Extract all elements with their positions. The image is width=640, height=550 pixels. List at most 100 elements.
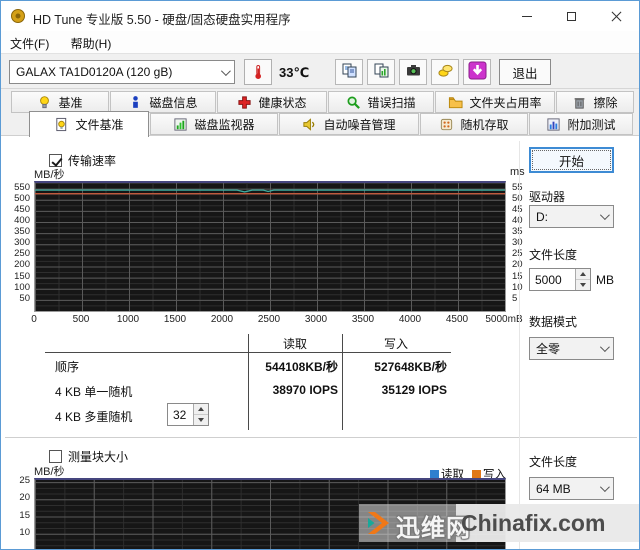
tab-benchmark[interactable]: 基准 — [11, 91, 109, 113]
tab-file-benchmark[interactable]: 文件基准 — [29, 111, 149, 137]
main-chart-y-axis-label: MB/秒 — [34, 169, 65, 181]
copy-text-button[interactable] — [335, 59, 363, 85]
tick-label: 300 — [14, 237, 30, 249]
watermark-en-text: Chinafix.com — [461, 510, 606, 536]
tab-erase-label: 擦除 — [593, 95, 618, 110]
tick-label: 5 — [512, 292, 518, 304]
tick-label: 15 — [19, 509, 30, 521]
chevron-down-icon — [599, 482, 610, 493]
screenshot-icon — [405, 62, 422, 82]
copy-image-button[interactable] — [367, 59, 395, 85]
queue-depth-spinner[interactable]: 32 — [167, 403, 209, 426]
tab-random-access-label: 随机存取 — [460, 117, 509, 132]
device-select-value: GALAX TA1D0120A (120 gB) — [16, 65, 173, 79]
block-chart-y-ticks: 25 20 15 10 — [7, 475, 32, 549]
tab-disk-info-label: 磁盘信息 — [149, 95, 198, 110]
tick-label: 2500 — [257, 314, 281, 325]
tick-label: 200 — [14, 259, 30, 271]
start-button-label: 开始 — [558, 154, 584, 169]
row-4k-single-label: 4 KB 单一随机 — [55, 385, 133, 399]
thermometer-icon — [255, 65, 261, 79]
tab-error-scan[interactable]: 错误扫描 — [328, 91, 434, 113]
tick-label: 0 — [31, 314, 37, 325]
drive-select-value: D: — [536, 209, 548, 224]
tick-label: 400 — [14, 214, 30, 226]
drive-label: 驱动器 — [529, 190, 566, 204]
file-length-spin-buttons[interactable] — [575, 269, 590, 290]
tab-benchmark-label: 基准 — [58, 95, 83, 110]
bottom-file-length-select[interactable]: 64 MB — [529, 477, 614, 500]
tick-label: 150 — [14, 270, 30, 282]
row-sequential-label: 顺序 — [55, 360, 80, 374]
tab-extra-tests[interactable]: 附加测试 — [529, 113, 633, 135]
spin-down-icon — [198, 418, 204, 422]
section-separator — [5, 437, 637, 438]
tick-label: 50 — [19, 292, 30, 304]
transfer-rate-chart — [34, 181, 506, 312]
download-button[interactable] — [463, 59, 491, 85]
tab-folder-usage[interactable]: 文件夹占用率 — [435, 91, 555, 113]
drive-select[interactable]: D: — [529, 205, 614, 228]
exit-button-label: 退出 — [512, 66, 538, 81]
error-scan-icon — [346, 95, 361, 110]
close-button[interactable] — [594, 1, 639, 31]
tick-label: 20 — [512, 259, 523, 271]
copy-image-icon — [373, 62, 390, 82]
screenshot-button[interactable] — [399, 59, 427, 85]
app-icon — [10, 8, 26, 27]
donate-button[interactable] — [431, 59, 459, 85]
data-mode-value: 全零 — [536, 342, 561, 356]
hd-tune-window: HD Tune 专业版 5.50 - 硬盘/固态硬盘实用程序 文件(F) 帮助(… — [0, 0, 640, 550]
block-chart-y-axis-label: MB/秒 — [34, 466, 65, 478]
exit-button[interactable]: 退出 — [499, 59, 551, 85]
tab-health[interactable]: 健康状态 — [217, 91, 327, 113]
tick-label: 55 — [512, 181, 523, 193]
spin-down-icon — [580, 283, 586, 287]
file-benchmark-icon — [54, 117, 69, 132]
tab-row-1: 基准 磁盘信息 健康状态 错误扫描 文件夹占用率 擦除 — [11, 91, 635, 113]
block-size-label: 测量块大小 — [68, 450, 129, 464]
watermark-cn-text: 迅维网 — [396, 515, 471, 542]
tab-random-access[interactable]: 随机存取 — [420, 113, 528, 135]
aam-icon — [302, 117, 317, 132]
tick-label: 350 — [14, 226, 30, 238]
tick-label: 5000mB — [485, 314, 523, 325]
tab-disk-info[interactable]: 磁盘信息 — [110, 91, 216, 113]
tick-label: 10 — [19, 526, 30, 538]
tab-disk-monitor[interactable]: 磁盘监视器 — [150, 113, 278, 135]
checkbox-unchecked-icon — [49, 450, 62, 463]
device-select[interactable]: GALAX TA1D0120A (120 gB) — [9, 60, 235, 84]
queue-depth-spin-buttons[interactable] — [193, 404, 208, 425]
tick-label: 3000 — [304, 314, 328, 325]
maximize-button[interactable] — [549, 1, 594, 31]
tick-label: 2000 — [210, 314, 234, 325]
title-bar[interactable]: HD Tune 专业版 5.50 - 硬盘/固态硬盘实用程序 — [1, 1, 639, 31]
tab-error-scan-label: 错误扫描 — [367, 95, 416, 110]
tick-label: 3500 — [351, 314, 375, 325]
minimize-button[interactable] — [504, 1, 549, 31]
sequential-read-value: 544108KB/秒 — [265, 360, 338, 374]
tick-label: 1000 — [116, 314, 140, 325]
watermark: 迅维网 Chinafix.com — [359, 504, 639, 542]
write-column-header: 写入 — [383, 337, 408, 351]
file-length-spinner[interactable]: 5000 — [529, 268, 591, 291]
tab-aam[interactable]: 自动噪音管理 — [279, 113, 419, 135]
file-length-label: 文件长度 — [529, 248, 578, 262]
spin-up-icon — [580, 272, 586, 276]
temperature-button[interactable] — [244, 59, 272, 85]
tab-health-label: 健康状态 — [258, 95, 307, 110]
data-mode-select[interactable]: 全零 — [529, 337, 614, 360]
queue-depth-value: 32 — [173, 408, 187, 422]
tab-extra-tests-label: 附加测试 — [567, 117, 616, 132]
download-icon — [468, 61, 487, 83]
tab-erase[interactable]: 擦除 — [556, 91, 634, 113]
bottom-file-length-value: 64 MB — [536, 481, 571, 496]
tick-label: 500 — [72, 314, 90, 325]
tick-label: 500 — [14, 192, 30, 204]
minimize-icon — [521, 15, 532, 17]
data-mode-label: 数据模式 — [529, 315, 578, 329]
tick-label: 10 — [512, 281, 523, 293]
bottom-file-length-label: 文件长度 — [529, 455, 578, 469]
start-button[interactable]: 开始 — [529, 147, 614, 173]
4k-single-write-value: 35129 IOPS — [381, 383, 447, 397]
